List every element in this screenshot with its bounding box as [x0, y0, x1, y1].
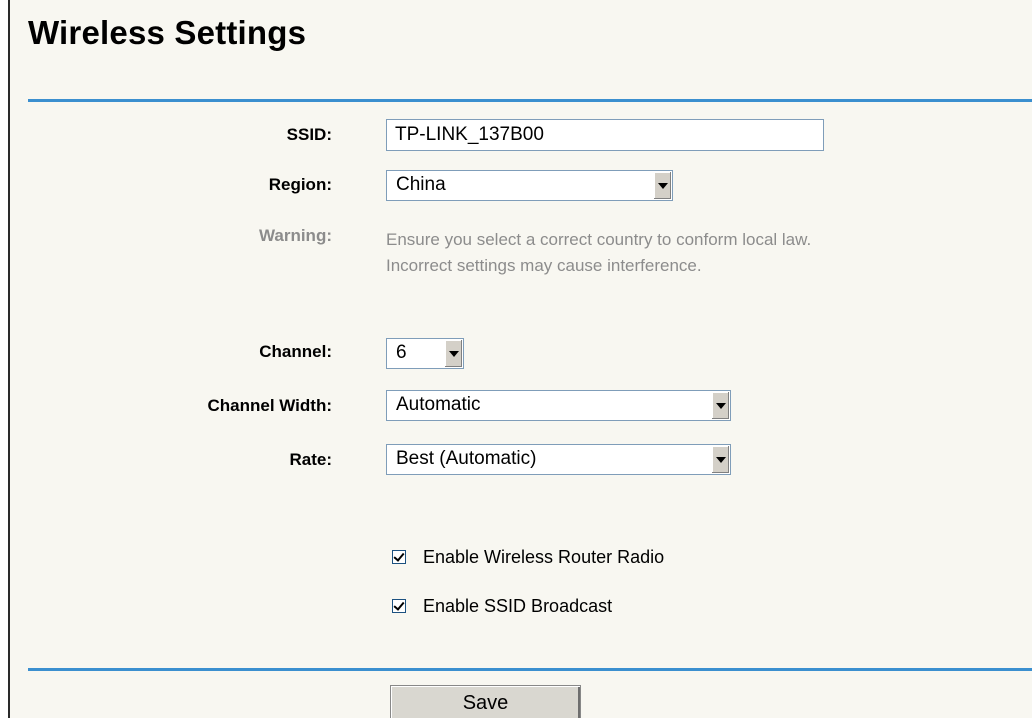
- radio-enable-row[interactable]: Enable Wireless Router Radio: [392, 547, 664, 567]
- radio-enable-checkbox[interactable]: [392, 550, 406, 564]
- chevron-down-icon[interactable]: [711, 392, 729, 419]
- warning-line-2: Incorrect settings may cause interferenc…: [386, 256, 702, 275]
- settings-panel: Wireless Settings SSID: Region: China Wa…: [8, 0, 1032, 718]
- channel-select-value: 6: [396, 342, 407, 363]
- ssid-label: SSID:: [286, 125, 332, 144]
- chevron-down-icon[interactable]: [711, 446, 729, 473]
- radio-enable-label: Enable Wireless Router Radio: [423, 546, 665, 567]
- bottom-divider: [28, 668, 1032, 671]
- region-select-value: China: [396, 174, 446, 195]
- channel-width-select-value: Automatic: [396, 394, 481, 415]
- channel-width-label: Channel Width:: [207, 396, 333, 415]
- chevron-down-icon[interactable]: [444, 340, 462, 367]
- top-divider: [28, 99, 1032, 102]
- ssid-broadcast-checkbox[interactable]: [392, 599, 406, 613]
- warning-label: Warning:: [258, 226, 332, 245]
- channel-select[interactable]: 6: [386, 338, 464, 369]
- ssid-broadcast-label: Enable SSID Broadcast: [423, 595, 613, 616]
- warning-text: Ensure you select a correct country to c…: [386, 227, 811, 279]
- page-title: Wireless Settings: [28, 14, 307, 51]
- rate-select-value: Best (Automatic): [396, 448, 537, 469]
- channel-label: Channel:: [259, 342, 332, 361]
- ssid-input[interactable]: [386, 119, 824, 151]
- ssid-broadcast-row[interactable]: Enable SSID Broadcast: [392, 596, 612, 616]
- region-label: Region:: [268, 175, 332, 194]
- save-button[interactable]: Save: [390, 685, 581, 718]
- chevron-down-icon[interactable]: [653, 172, 671, 199]
- region-select[interactable]: China: [386, 170, 673, 201]
- warning-line-1: Ensure you select a correct country to c…: [386, 230, 812, 249]
- channel-width-select[interactable]: Automatic: [386, 390, 731, 421]
- rate-label: Rate:: [289, 450, 332, 469]
- rate-select[interactable]: Best (Automatic): [386, 444, 731, 475]
